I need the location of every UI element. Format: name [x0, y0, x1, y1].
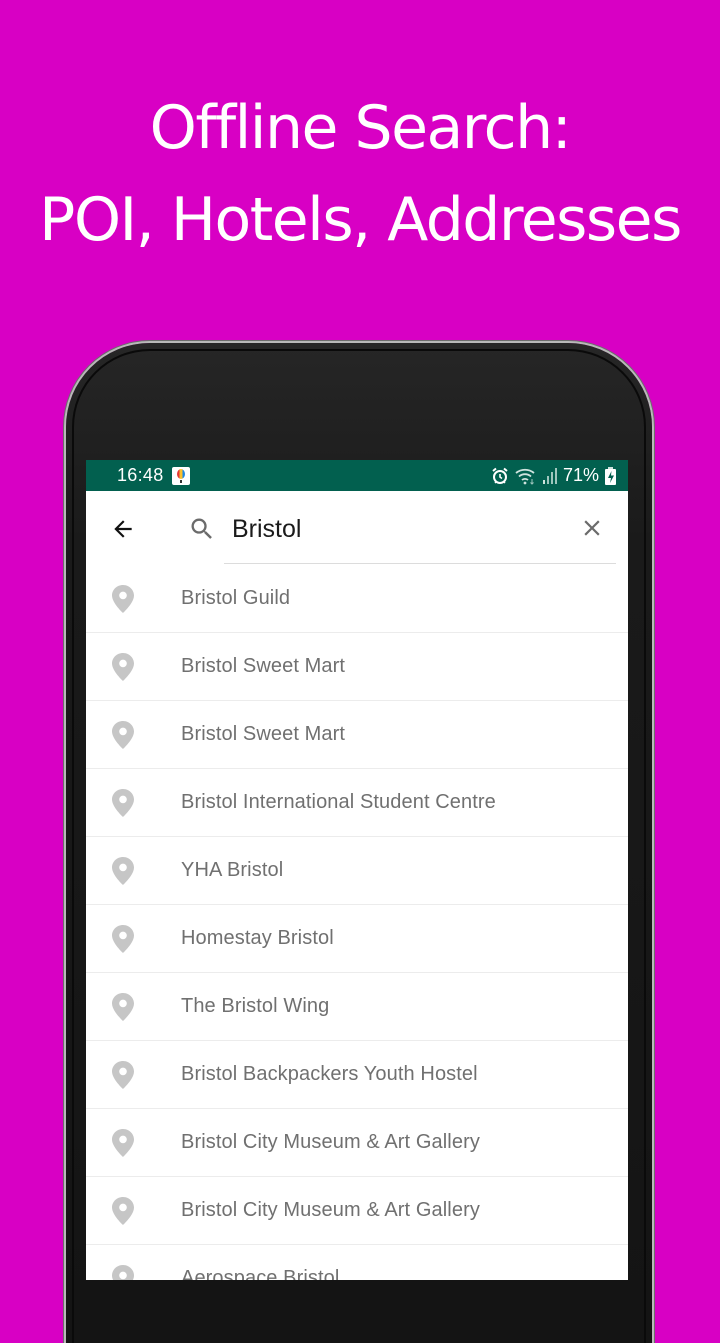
result-item[interactable]: Homestay Bristol [86, 905, 628, 973]
wifi-icon [515, 468, 535, 485]
signal-icon [542, 467, 557, 484]
place-pin-icon [112, 789, 134, 817]
result-label: Bristol City Museum & Art Gallery [181, 1199, 480, 1221]
status-bar: 16:48 71% [86, 460, 628, 491]
status-icons: 71% [491, 465, 616, 486]
place-pin-icon [112, 1061, 134, 1089]
place-pin-icon [112, 993, 134, 1021]
arrow-left-icon [114, 520, 132, 538]
place-pin-icon [112, 585, 134, 613]
battery-percent: 71% [562, 465, 599, 485]
result-item[interactable]: Bristol Guild [86, 565, 628, 633]
result-label: Aerospace Bristol [181, 1267, 340, 1280]
back-button[interactable] [104, 510, 142, 548]
search-input[interactable] [232, 509, 562, 549]
result-label: Bristol Sweet Mart [181, 723, 346, 745]
place-pin-icon [112, 857, 134, 885]
app-notification-icon [171, 466, 190, 485]
result-item[interactable]: The Bristol Wing [86, 973, 628, 1041]
promo-headline-line1: Offline Search: [149, 93, 572, 163]
place-pin-icon [112, 721, 134, 749]
result-item[interactable]: YHA Bristol [86, 837, 628, 905]
battery-charging-icon [605, 466, 616, 485]
place-pin-icon [112, 653, 134, 681]
search-underline [224, 563, 616, 564]
status-time: 16:48 [117, 465, 164, 485]
clear-search-button[interactable] [574, 510, 610, 546]
result-item[interactable]: Bristol City Museum & Art Gallery [86, 1177, 628, 1245]
result-item[interactable]: Bristol Sweet Mart [86, 633, 628, 701]
place-pin-icon [112, 1197, 134, 1225]
result-item[interactable]: Bristol Sweet Mart [86, 701, 628, 769]
place-pin-icon [112, 1129, 134, 1157]
phone-screen: 16:48 71% Bristol Bristol Guild Bristol … [86, 460, 628, 1280]
close-icon [584, 520, 600, 536]
promo-headline: Offline Search: POI, Hotels, Addresses [0, 82, 720, 266]
place-pin-icon [112, 1265, 134, 1280]
result-label: Bristol International Student Centre [181, 791, 496, 813]
search-results-list: Bristol Guild Bristol Sweet Mart Bristol… [86, 565, 628, 1280]
result-item[interactable]: Bristol Backpackers Youth Hostel [86, 1041, 628, 1109]
alarm-icon [492, 467, 508, 484]
result-item[interactable]: Bristol International Student Centre [86, 769, 628, 837]
search-icon [191, 518, 212, 539]
search-toolbar [86, 491, 628, 565]
result-label: Bristol Sweet Mart [181, 655, 346, 677]
result-item[interactable]: Aerospace Bristol [86, 1245, 628, 1280]
place-pin-icon [112, 925, 134, 953]
result-label: Bristol Guild [181, 587, 291, 609]
result-label: Bristol City Museum & Art Gallery [181, 1131, 480, 1153]
promo-headline-line2: POI, Hotels, Addresses [39, 185, 682, 255]
result-label: Bristol Backpackers Youth Hostel [181, 1063, 478, 1085]
result-label: YHA Bristol [181, 859, 284, 881]
result-label: The Bristol Wing [181, 995, 330, 1017]
result-item[interactable]: Bristol City Museum & Art Gallery [86, 1109, 628, 1177]
result-label: Homestay Bristol [181, 927, 334, 949]
